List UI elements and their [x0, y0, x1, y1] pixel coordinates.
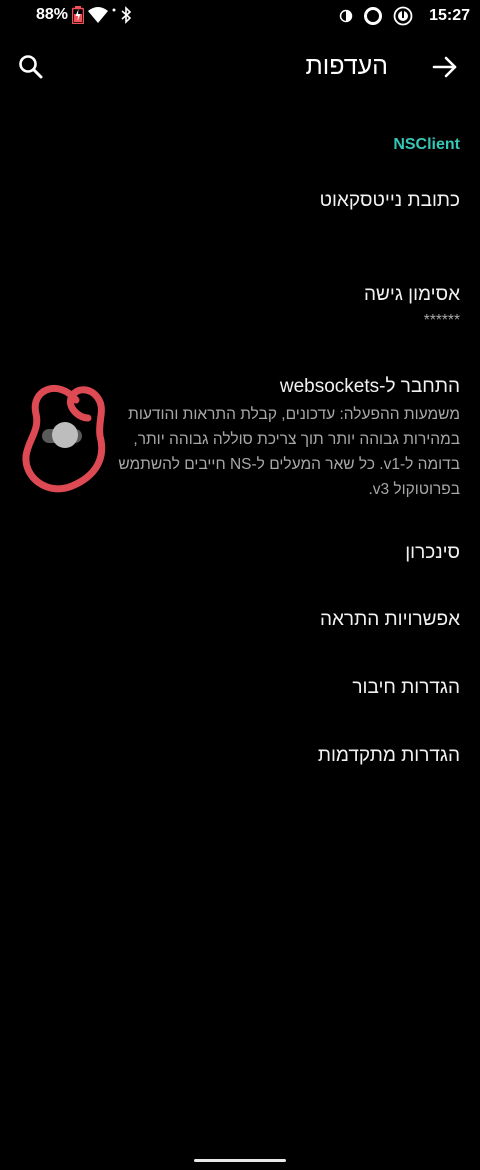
- pref-title: אסימון גישה: [363, 284, 460, 305]
- section-header-nsclient: NSClient: [393, 136, 460, 153]
- battery-percent: 88%: [36, 6, 69, 23]
- arrow-forward-icon: [430, 56, 460, 86]
- bluetooth-icon: [120, 6, 132, 24]
- pref-sync[interactable]: סינכרון: [405, 542, 460, 564]
- pref-title: סינכרון: [405, 542, 460, 563]
- pref-title: כתובת נייטסקאוט: [319, 190, 460, 211]
- pref-access-token[interactable]: אסימון גישה ******: [364, 284, 460, 333]
- status-time: 15:27: [429, 7, 470, 24]
- pref-title: אפשרויות התראה: [319, 609, 460, 630]
- gesture-nav-handle[interactable]: [194, 1159, 286, 1162]
- search-icon: [16, 55, 46, 86]
- pref-connection-settings[interactable]: הגדרות חיבור: [352, 677, 460, 699]
- status-bar-right: 15:27: [339, 6, 470, 26]
- back-button[interactable]: [430, 52, 460, 82]
- app-status-icon: [393, 6, 413, 26]
- pref-websockets[interactable]: התחבר ל-websockets משמעות ההפעלה: עדכוני…: [110, 376, 460, 502]
- battery-charging-icon: [72, 6, 85, 24]
- search-button[interactable]: [16, 52, 46, 82]
- pref-title: התחבר ל-websockets: [279, 376, 460, 397]
- pref-advanced-settings[interactable]: הגדרות מתקדמות: [318, 745, 460, 767]
- app-bar: העדפות: [0, 40, 480, 96]
- pref-title: הגדרות חיבור: [352, 677, 460, 698]
- sync-ring-icon: [363, 6, 383, 26]
- pref-summary: משמעות ההפעלה: עדכונים, קבלת התראות והוד…: [118, 406, 460, 498]
- pref-alarm-options[interactable]: אפשרויות התראה: [320, 609, 460, 631]
- data-saver-icon: [339, 9, 353, 23]
- pref-title: הגדרות מתקדמות: [317, 745, 460, 766]
- wifi-signal-dot-icon: [112, 7, 116, 23]
- pref-summary: ******: [423, 312, 460, 329]
- status-bar-left: 88%: [36, 6, 132, 24]
- status-bar: 88% 15:27: [0, 0, 480, 34]
- wifi-icon: [88, 7, 109, 23]
- page-title: העדפות: [305, 52, 388, 80]
- pref-nightscout-url[interactable]: כתובת נייטסקאוט: [320, 190, 460, 212]
- websockets-toggle[interactable]: [42, 422, 86, 448]
- toggle-thumb: [52, 422, 78, 448]
